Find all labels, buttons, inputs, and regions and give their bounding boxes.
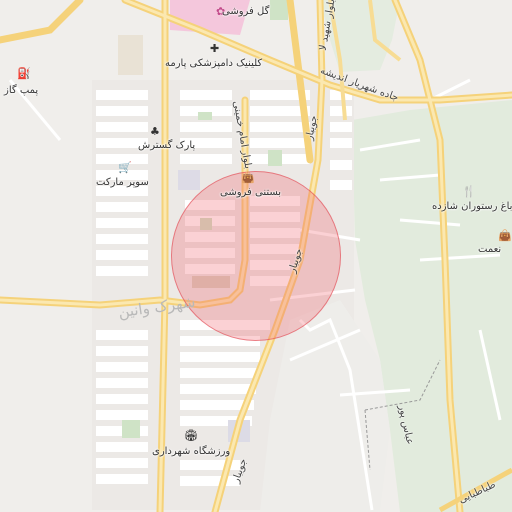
map-view[interactable]: شهرک وانین ✿ گل فروشی ✚ کلینیک دامپزشکی …	[0, 0, 512, 512]
cart-icon: 🛒	[118, 161, 132, 174]
poi-garden-restaurant[interactable]: باغ رستوران شازده	[432, 202, 512, 212]
poi-supermarket[interactable]: سوپر مارکت	[96, 178, 149, 188]
stadium-icon: 🏟	[184, 429, 198, 442]
poi-clinic[interactable]: کلینیک دامپزشکی پارمه	[165, 59, 262, 69]
shopping-bag-icon-2: 👜	[498, 229, 512, 242]
poi-icecream-shop[interactable]: بستنی فروشی	[220, 188, 281, 198]
poi-gas-station[interactable]: پمپ گاز	[4, 86, 38, 96]
poi-park[interactable]: پارک گسترش	[138, 141, 195, 151]
poi-flower-shop[interactable]: گل فروشی	[222, 7, 269, 17]
cross-icon: ✚	[210, 42, 220, 55]
gas-station-icon: ⛽	[17, 67, 31, 80]
fork-knife-icon: 🍴	[462, 185, 476, 198]
poi-nemat[interactable]: نعمت	[478, 245, 501, 255]
poi-stadium[interactable]: ورزشگاه شهرداری	[152, 447, 230, 457]
shopping-bag-icon: 👜	[241, 171, 255, 184]
tree-icon: ♣	[150, 125, 160, 138]
